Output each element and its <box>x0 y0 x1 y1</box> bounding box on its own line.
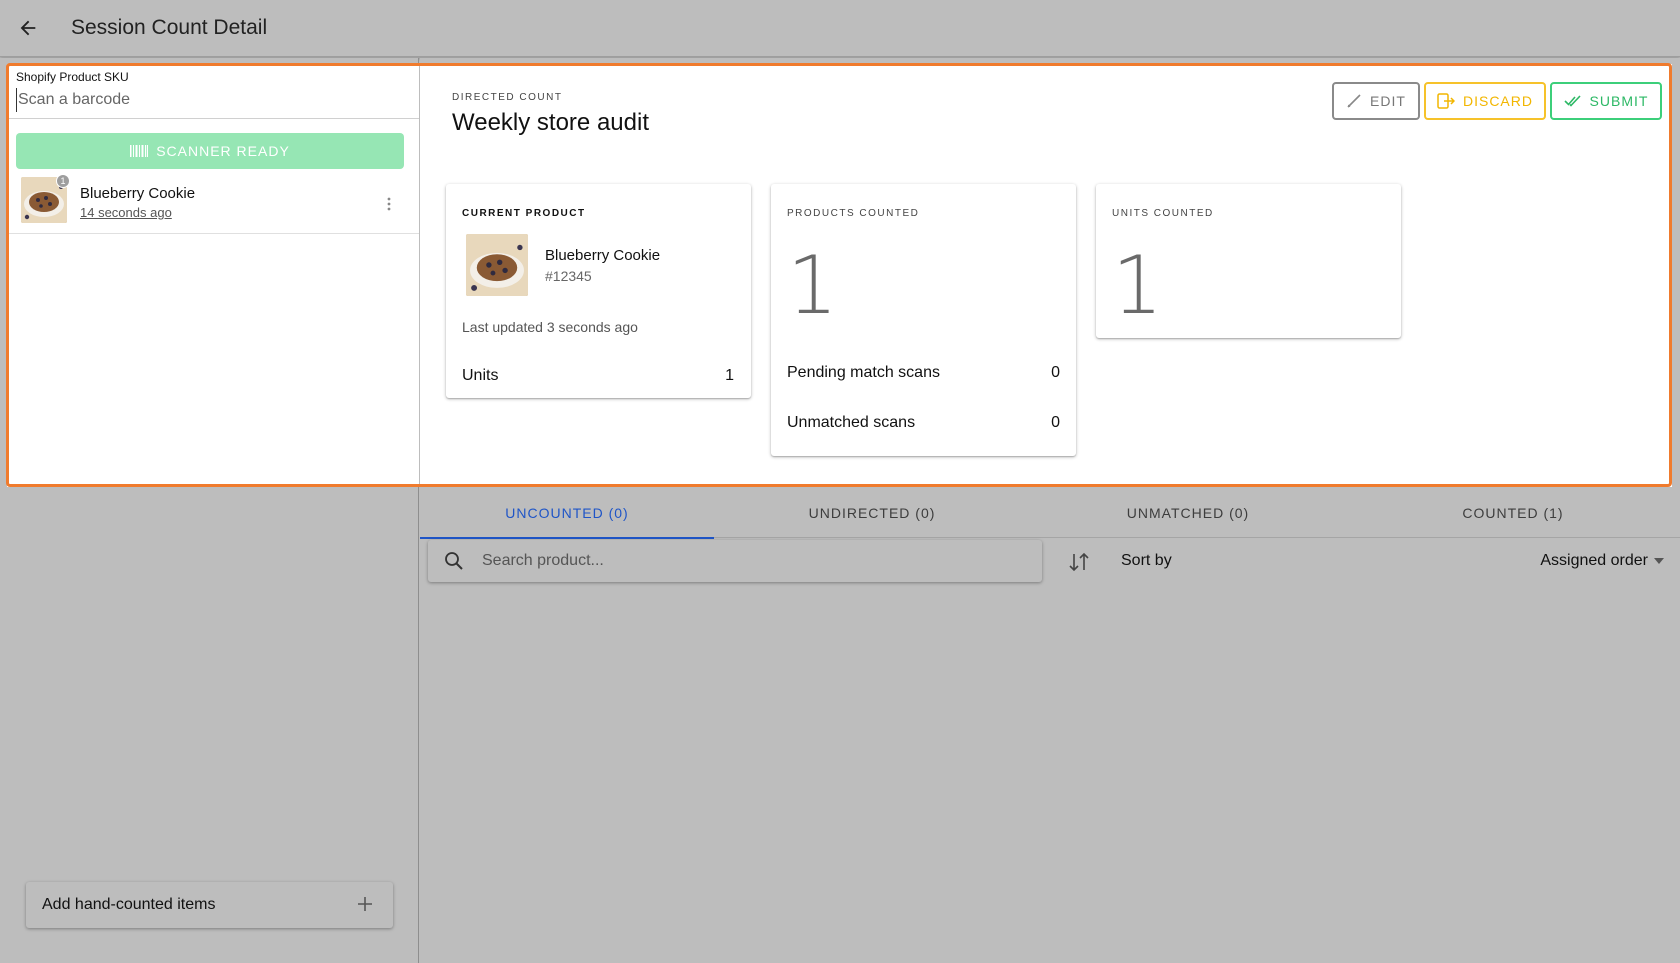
unmatched-scans-label: Unmatched scans <box>787 414 916 431</box>
current-product-card: CURRENT PRODUCT Blueberry Cookie #12345 … <box>446 184 751 398</box>
search-input[interactable] <box>482 548 1022 574</box>
product-search <box>428 540 1042 582</box>
scan-product-name: Blueberry Cookie <box>80 185 196 202</box>
current-product-sku: #12345 <box>545 268 592 284</box>
units-counted-heading: UNITS COUNTED <box>1112 208 1214 219</box>
count-title: Weekly store audit <box>452 109 649 136</box>
sort-order-value: Assigned order <box>1540 552 1648 569</box>
count-detail-panel: DIRECTED COUNT Weekly store audit EDIT D… <box>420 58 1680 963</box>
list-item[interactable]: 1 Blueberry Cookie 14 seconds ago <box>7 172 419 234</box>
product-thumbnail <box>466 234 528 296</box>
more-options-button[interactable] <box>377 192 401 216</box>
app-bar: Session Count Detail <box>0 0 1680 57</box>
products-counted-card: PRODUCTS COUNTED 1 Pending match scans 0… <box>771 184 1076 456</box>
tab-unmatched[interactable]: UNMATCHED (0) <box>1030 488 1346 538</box>
discard-button[interactable]: DISCARD <box>1424 82 1546 120</box>
plus-icon <box>358 897 372 911</box>
sku-field-label: Shopify Product SKU <box>16 70 129 84</box>
scan-timestamp[interactable]: 14 seconds ago <box>80 205 172 220</box>
units-counted-card: UNITS COUNTED 1 <box>1096 184 1401 338</box>
swap-vert-icon <box>1069 552 1089 572</box>
scanner-section: Shopify Product SKU SCANNER READY <box>7 64 419 487</box>
scan-count-badge: 1 <box>56 174 70 188</box>
current-product-heading: CURRENT PRODUCT <box>462 208 586 219</box>
arrow-drop-down-icon <box>1654 558 1664 564</box>
products-counted-heading: PRODUCTS COUNTED <box>787 208 920 219</box>
edit-button[interactable]: EDIT <box>1332 82 1420 120</box>
pending-match-row: Pending match scans 0 <box>787 364 1060 382</box>
pending-match-value: 0 <box>1051 364 1060 381</box>
submit-label: SUBMIT <box>1589 93 1649 109</box>
double-check-icon <box>1563 95 1581 107</box>
unmatched-scans-value: 0 <box>1051 414 1060 431</box>
count-tabs: UNCOUNTED (0) UNDIRECTED (0) UNMATCHED (… <box>420 488 1680 539</box>
page-title: Session Count Detail <box>71 16 268 39</box>
pencil-icon <box>1347 94 1361 108</box>
units-counted-value: 1 <box>1112 239 1163 332</box>
units-label: Units <box>462 367 499 384</box>
add-hand-counted-label: Add hand-counted items <box>42 896 216 913</box>
sort-by-label: Sort by <box>1121 552 1172 569</box>
input-underline <box>7 118 419 119</box>
units-value: 1 <box>725 367 734 384</box>
sort-order-select[interactable]: Assigned order <box>1540 552 1664 570</box>
more-vert-icon <box>387 197 391 211</box>
barcode-input[interactable] <box>16 88 411 112</box>
back-button[interactable] <box>7 7 49 49</box>
unmatched-scans-row: Unmatched scans 0 <box>787 414 1060 432</box>
count-summary-section: DIRECTED COUNT Weekly store audit EDIT D… <box>420 64 1672 487</box>
scanner-status-label: SCANNER READY <box>156 143 290 159</box>
sort-direction-button[interactable] <box>1065 548 1093 576</box>
add-hand-counted-button[interactable]: Add hand-counted items <box>26 882 393 928</box>
current-product-name: Blueberry Cookie <box>545 247 661 264</box>
last-updated-text: Last updated 3 seconds ago <box>462 319 638 335</box>
discard-label: DISCARD <box>1462 93 1533 109</box>
tab-undirected[interactable]: UNDIRECTED (0) <box>714 488 1030 538</box>
search-icon <box>445 552 463 570</box>
tab-uncounted[interactable]: UNCOUNTED (0) <box>420 488 714 539</box>
count-type-label: DIRECTED COUNT <box>452 92 563 103</box>
scanner-panel: Shopify Product SKU SCANNER READY <box>0 58 419 963</box>
scanner-ready-status: SCANNER READY <box>16 133 404 169</box>
barcode-icon <box>130 145 149 157</box>
edit-label: EDIT <box>1370 93 1406 109</box>
exit-icon <box>1437 93 1455 109</box>
products-counted-value: 1 <box>787 239 838 332</box>
arrow-back-icon <box>20 20 36 36</box>
tab-counted[interactable]: COUNTED (1) <box>1346 488 1680 538</box>
pending-match-label: Pending match scans <box>787 364 940 381</box>
submit-button[interactable]: SUBMIT <box>1550 82 1662 120</box>
